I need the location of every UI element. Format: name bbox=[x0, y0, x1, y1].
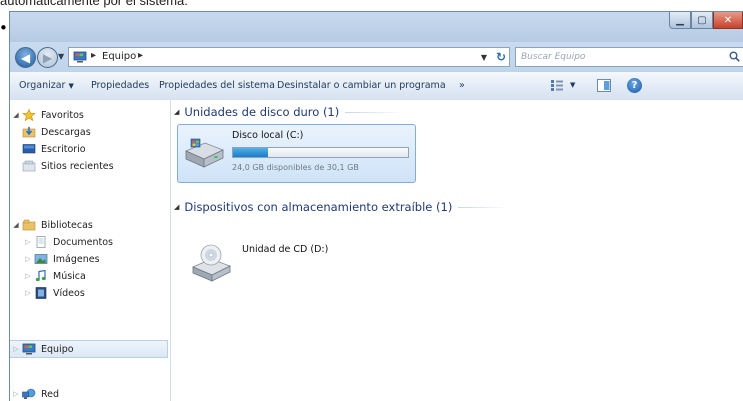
search-box[interactable]: Buscar Equipo bbox=[515, 47, 743, 67]
navigation-pane: ◢ Favoritos Descargas Escritorio Sitios … bbox=[10, 100, 171, 401]
organize-label: Organizar bbox=[19, 80, 66, 91]
close-button[interactable]: ✕ bbox=[713, 12, 743, 29]
content-pane: ◢ Unidades de disco duro (1) Disco local… bbox=[171, 100, 743, 401]
search-icon[interactable] bbox=[729, 51, 740, 62]
collapsed-triangle-icon: ▷ bbox=[25, 289, 31, 297]
group-divider bbox=[458, 206, 509, 208]
search-placeholder: Buscar Equipo bbox=[521, 52, 586, 62]
collapsed-triangle-icon: ▷ bbox=[25, 255, 31, 263]
nav-item-descargas[interactable]: Descargas bbox=[22, 123, 91, 141]
videos-icon bbox=[35, 287, 47, 299]
help-button[interactable]: ? bbox=[627, 78, 642, 93]
computer-icon bbox=[73, 51, 87, 63]
nav-item-documentos[interactable]: ▷ Documentos bbox=[10, 233, 113, 251]
forward-arrow-icon: ▶ bbox=[42, 50, 53, 65]
nav-item-sitios-recientes[interactable]: Sitios recientes bbox=[22, 157, 114, 175]
group-header-label: Unidades de disco duro (1) bbox=[184, 105, 340, 119]
drive-usage-bar bbox=[232, 147, 409, 158]
address-separator-icon[interactable]: ▸ bbox=[91, 50, 96, 61]
explorer-window: ▁ ▢ ✕ ◀ ▶ ▼ ▸ Equipo ▸ ▼ ↻ Buscar Equipo… bbox=[9, 11, 743, 401]
nav-item-equipo[interactable]: ▷ Equipo bbox=[10, 340, 168, 358]
recent-places-icon bbox=[22, 160, 36, 172]
minimize-icon: ▁ bbox=[676, 14, 684, 26]
view-options-dropdown[interactable]: ▼ bbox=[570, 81, 575, 89]
music-icon bbox=[35, 270, 46, 282]
collapsed-triangle-icon: ▷ bbox=[13, 390, 19, 398]
nav-item-imagenes[interactable]: ▷ Imágenes bbox=[10, 250, 100, 268]
computer-icon bbox=[22, 343, 36, 355]
uninstall-program-button[interactable]: Desinstalar o cambiar un programa bbox=[277, 80, 446, 91]
nav-item-label: Vídeos bbox=[53, 287, 85, 299]
network-icon bbox=[22, 388, 36, 399]
nav-item-label: Sitios recientes bbox=[41, 160, 114, 172]
preview-pane-icon[interactable] bbox=[597, 79, 611, 92]
nav-item-label: Escritorio bbox=[41, 143, 86, 155]
maximize-button[interactable]: ▢ bbox=[691, 12, 713, 29]
system-properties-button[interactable]: Propiedades del sistema bbox=[159, 80, 275, 91]
address-dropdown-icon[interactable]: ▼ bbox=[481, 53, 487, 62]
drive-tile-local-disk[interactable]: Disco local (C:) 24,0 GB disponibles de … bbox=[177, 124, 416, 183]
document-caption: automáticamente por el sistema. bbox=[0, 0, 188, 8]
recent-pages-dropdown[interactable]: ▼ bbox=[58, 52, 64, 61]
nav-item-label: Equipo bbox=[41, 343, 74, 355]
address-bar[interactable]: ▸ Equipo ▸ ▼ ↻ bbox=[68, 47, 510, 67]
nav-libraries-label: Bibliotecas bbox=[41, 219, 93, 231]
nav-item-escritorio[interactable]: Escritorio bbox=[22, 140, 86, 158]
expanded-triangle-icon: ◢ bbox=[13, 221, 19, 229]
expanded-triangle-icon: ◢ bbox=[174, 108, 180, 116]
nav-favorites-label: Favoritos bbox=[41, 109, 84, 121]
minimize-button[interactable]: ▁ bbox=[669, 12, 691, 29]
collapsed-triangle-icon: ▷ bbox=[25, 272, 31, 280]
group-header-removable[interactable]: ◢ Dispositivos con almacenamiento extraí… bbox=[174, 200, 574, 214]
expanded-triangle-icon: ◢ bbox=[174, 203, 180, 211]
more-commands-button[interactable]: » bbox=[459, 80, 465, 91]
drive-name: Disco local (C:) bbox=[232, 130, 304, 141]
expanded-triangle-icon: ◢ bbox=[13, 111, 19, 119]
address-separator-icon[interactable]: ▸ bbox=[138, 50, 143, 61]
caption-buttons: ▁ ▢ ✕ bbox=[669, 12, 743, 30]
collapsed-triangle-icon: ▷ bbox=[13, 345, 19, 353]
nav-favorites[interactable]: ◢ Favoritos bbox=[10, 106, 84, 124]
bullet-point: • bbox=[0, 21, 8, 36]
back-button[interactable]: ◀ bbox=[15, 47, 36, 68]
close-icon: ✕ bbox=[723, 14, 733, 26]
nav-item-red[interactable]: ▷ Red bbox=[10, 385, 59, 401]
nav-item-label: Descargas bbox=[41, 126, 91, 138]
group-header-hard-drives[interactable]: ◢ Unidades de disco duro (1) bbox=[174, 105, 474, 119]
drive-free-space: 24,0 GB disponibles de 30,1 GB bbox=[232, 163, 359, 172]
libraries-icon bbox=[22, 219, 36, 231]
nav-item-label: Red bbox=[41, 388, 60, 400]
hard-drive-icon bbox=[184, 138, 225, 168]
chevron-down-icon: ▼ bbox=[68, 82, 74, 90]
change-view-icon[interactable] bbox=[550, 79, 564, 92]
nav-item-videos[interactable]: ▷ Vídeos bbox=[10, 284, 85, 302]
collapsed-triangle-icon: ▷ bbox=[25, 238, 31, 246]
pictures-icon bbox=[34, 254, 48, 264]
nav-item-musica[interactable]: ▷ Música bbox=[10, 267, 86, 285]
cd-drive-icon[interactable] bbox=[189, 243, 233, 283]
title-bar: ▁ ▢ ✕ bbox=[10, 12, 743, 42]
organize-button[interactable]: Organizar ▼ bbox=[19, 80, 74, 91]
nav-item-label: Documentos bbox=[53, 236, 113, 248]
documents-icon bbox=[36, 236, 46, 248]
nav-item-label: Imágenes bbox=[53, 253, 100, 265]
address-segment-equipo[interactable]: Equipo bbox=[102, 51, 136, 62]
address-row: ◀ ▶ ▼ ▸ Equipo ▸ ▼ ↻ Buscar Equipo bbox=[10, 42, 743, 72]
maximize-icon: ▢ bbox=[697, 14, 707, 26]
drive-usage-fill bbox=[233, 148, 268, 157]
desktop-icon bbox=[22, 144, 36, 154]
group-header-label: Dispositivos con almacenamiento extraíbl… bbox=[184, 200, 453, 214]
downloads-folder-icon bbox=[22, 127, 36, 138]
star-icon bbox=[22, 109, 36, 121]
back-arrow-icon: ◀ bbox=[20, 50, 31, 65]
command-bar: Organizar ▼ Propiedades Propiedades del … bbox=[10, 72, 743, 101]
help-icon: ? bbox=[631, 80, 638, 91]
group-divider bbox=[345, 111, 406, 113]
forward-button[interactable]: ▶ bbox=[37, 47, 58, 68]
properties-button[interactable]: Propiedades bbox=[91, 80, 149, 91]
nav-libraries[interactable]: ◢ Bibliotecas bbox=[10, 216, 93, 234]
refresh-icon[interactable]: ↻ bbox=[496, 50, 506, 64]
cd-drive-name[interactable]: Unidad de CD (D:) bbox=[242, 244, 328, 255]
nav-item-label: Música bbox=[53, 270, 86, 282]
